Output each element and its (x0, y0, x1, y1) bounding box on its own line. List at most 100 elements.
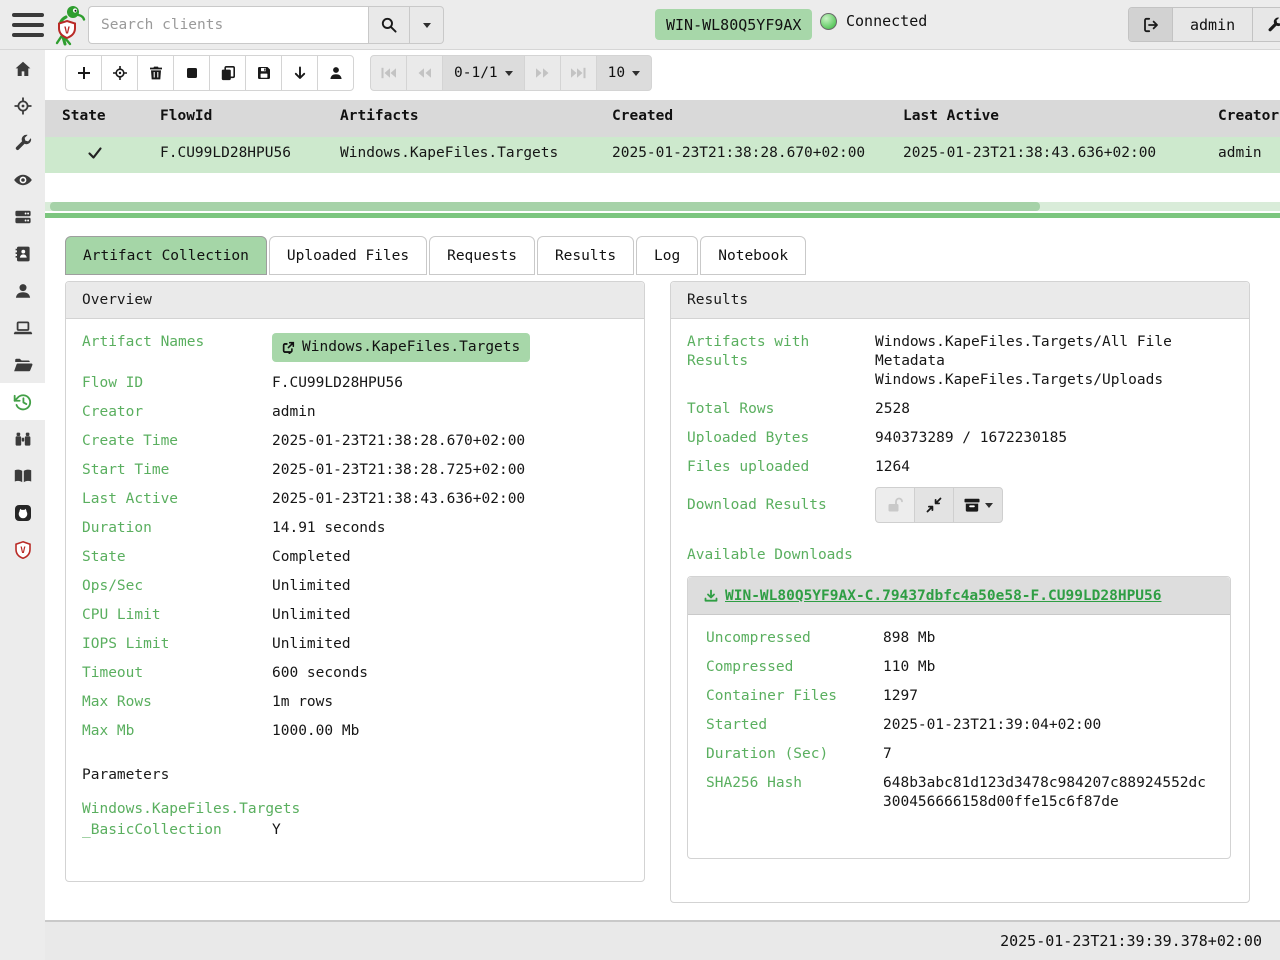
field-label: Max Mb (82, 722, 272, 741)
column-header-creator[interactable]: Creator (1218, 108, 1279, 124)
connected-indicator-icon (820, 13, 837, 30)
connection-status: Connected (820, 12, 927, 30)
compress-download-button[interactable] (914, 487, 954, 523)
checkmark-icon (87, 145, 103, 165)
sidebar-item-hunts[interactable] (0, 87, 45, 124)
tab-notebook[interactable]: Notebook (700, 236, 806, 275)
skip-start-icon (381, 67, 397, 79)
parameter-value: Y (272, 820, 281, 841)
page-range-dropdown[interactable]: 0-1/1 (442, 55, 525, 91)
field-value: 1264 (875, 458, 910, 477)
sidebar: V (0, 50, 45, 960)
copy-collection-button[interactable] (209, 55, 246, 91)
field-value: 2528 (875, 400, 910, 419)
sidebar-item-dashboard[interactable] (0, 161, 45, 198)
field-label: Start Time (82, 461, 272, 480)
column-header-artifacts[interactable]: Artifacts (340, 108, 419, 124)
collection-owner-button[interactable] (317, 55, 354, 91)
caret-down-icon (423, 23, 431, 28)
settings-button[interactable] (1253, 8, 1280, 41)
table-row[interactable]: F.CU99LD28HPU56 Windows.KapeFiles.Target… (45, 137, 1280, 173)
velociraptor-logo: V (52, 4, 86, 50)
column-header-flowid[interactable]: FlowId (160, 108, 212, 124)
status-bar: 2025-01-23T21:39:39.378+02:00 (45, 920, 1280, 960)
field-label: Started (706, 716, 883, 735)
server-timestamp: 2025-01-23T21:39:39.378+02:00 (1000, 932, 1262, 950)
sidebar-item-server-events[interactable] (0, 198, 45, 235)
new-collection-button[interactable] (65, 55, 102, 91)
sidebar-item-collected-artifacts[interactable] (0, 383, 45, 420)
download-file-link[interactable]: WIN-WL80Q5YF9AX-C.79437dbfc4a50e58-F.CU9… (704, 588, 1162, 604)
sidebar-item-home[interactable] (0, 50, 45, 87)
column-header-created[interactable]: Created (612, 108, 673, 124)
sidebar-item-github[interactable] (0, 494, 45, 531)
field-value: 110 Mb (883, 658, 935, 677)
sidebar-item-client-events[interactable] (0, 420, 45, 457)
fast-forward-icon (534, 67, 550, 79)
field-value: 2025-01-23T21:38:28.725+02:00 (272, 461, 525, 480)
previous-page-button[interactable] (406, 55, 443, 91)
prepare-download-button[interactable] (953, 487, 1003, 523)
hamburger-menu-icon[interactable] (12, 13, 44, 37)
sidebar-item-clients[interactable] (0, 272, 45, 309)
logout-button[interactable] (1129, 8, 1173, 41)
user-menu: admin (1128, 7, 1280, 42)
sidebar-item-interrogate[interactable] (0, 309, 45, 346)
search-button[interactable] (368, 6, 410, 44)
sidebar-item-server-artifacts[interactable] (0, 124, 45, 161)
crosshairs-icon (112, 65, 128, 81)
tab-uploaded-files[interactable]: Uploaded Files (269, 236, 427, 275)
client-id-badge[interactable]: WIN-WL80Q5YF9AX (655, 9, 812, 40)
username-button[interactable]: admin (1173, 8, 1253, 41)
field-label: Uncompressed (706, 629, 883, 648)
delete-collection-button[interactable] (137, 55, 174, 91)
field-value: 600 seconds (272, 664, 368, 683)
search-options-button[interactable] (410, 6, 444, 44)
search-input[interactable] (88, 6, 368, 44)
sidebar-item-vfs[interactable] (0, 346, 45, 383)
password-protect-button[interactable] (875, 487, 915, 523)
stop-icon (184, 65, 200, 81)
tab-results[interactable]: Results (537, 236, 634, 275)
save-collection-button[interactable] (245, 55, 282, 91)
unlock-icon (886, 496, 904, 514)
page-size-dropdown[interactable]: 10 (596, 55, 652, 91)
artifact-result-item: Windows.KapeFiles.Targets/Uploads (875, 371, 1233, 390)
add-to-hunt-button[interactable] (101, 55, 138, 91)
velociraptor-shield-icon: V (13, 540, 33, 560)
page-size-label: 10 (608, 65, 625, 81)
crosshairs-icon (13, 96, 33, 116)
artifact-name-badge[interactable]: Windows.KapeFiles.Targets (272, 333, 530, 362)
column-header-last-active[interactable]: Last Active (903, 108, 999, 124)
tab-log[interactable]: Log (636, 236, 698, 275)
first-page-button[interactable] (370, 55, 407, 91)
next-page-button[interactable] (524, 55, 561, 91)
caret-down-icon (985, 503, 993, 508)
connection-status-label: Connected (846, 12, 927, 30)
tab-artifact-collection[interactable]: Artifact Collection (65, 236, 267, 275)
github-icon (13, 503, 33, 523)
parameter-artifact-name: Windows.KapeFiles.Targets (82, 799, 628, 820)
sidebar-item-host-info[interactable] (0, 235, 45, 272)
sidebar-item-notebooks[interactable] (0, 457, 45, 494)
cell-artifacts: Windows.KapeFiles.Targets (340, 145, 558, 161)
export-button[interactable] (281, 55, 318, 91)
field-label: Creator (82, 403, 272, 422)
user-icon (13, 281, 33, 301)
cancel-collection-button[interactable] (173, 55, 210, 91)
scrollbar-thumb[interactable] (50, 202, 1040, 211)
overview-card: Overview Artifact Names Windows.KapeFile… (65, 281, 645, 882)
field-value: 7 (883, 745, 892, 764)
field-value: 14.91 seconds (272, 519, 386, 538)
sidebar-item-velociraptor-docs[interactable]: V (0, 531, 45, 568)
flows-toolbar (65, 55, 354, 91)
topbar: V WIN-WL80Q5YF9AX Connected admin (0, 0, 1280, 50)
last-page-button[interactable] (560, 55, 597, 91)
field-value: admin (272, 403, 316, 422)
tab-requests[interactable]: Requests (429, 236, 535, 275)
cell-flow-id: F.CU99LD28HPU56 (160, 145, 291, 161)
svg-text:V: V (64, 26, 70, 37)
client-search (88, 6, 444, 44)
column-header-state[interactable]: State (62, 108, 106, 124)
horizontal-scrollbar[interactable] (45, 202, 1280, 211)
